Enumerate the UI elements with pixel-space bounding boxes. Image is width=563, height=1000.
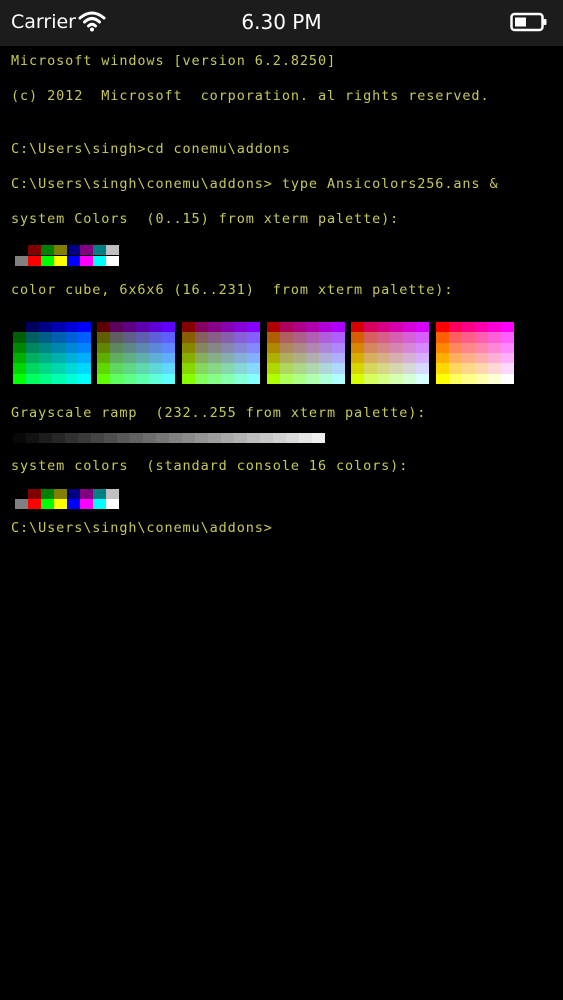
grayscale-ramp (13, 433, 325, 443)
console-colors-bright-row (15, 499, 119, 509)
console-line-cd-command: C:\Users\singh>cd conemu\addons (11, 141, 291, 157)
console-color-swatch (28, 489, 41, 499)
console-color-swatch (80, 499, 93, 509)
color-cube-panel (13, 322, 91, 384)
console-colors-dark-row (15, 489, 119, 499)
system-color-swatch (93, 256, 106, 266)
console-line-copyright: (c) 2012 Microsoft corporation. al right… (11, 88, 490, 104)
console-color-swatch (93, 499, 106, 509)
system-color-swatch (54, 245, 67, 255)
grayscale-step (104, 433, 117, 443)
color-cube-panel (97, 322, 175, 384)
system-color-swatch (67, 256, 80, 266)
grayscale-step (312, 433, 325, 443)
battery-icon (510, 12, 547, 32)
grayscale-step (208, 433, 221, 443)
grayscale-step (26, 433, 39, 443)
grayscale-step (39, 433, 52, 443)
system-color-swatch (41, 245, 54, 255)
console-color-swatch (15, 499, 28, 509)
system-color-swatch (93, 245, 106, 255)
clock: 6.30 PM (241, 10, 322, 34)
grayscale-step (130, 433, 143, 443)
status-bar: Carrier 6.30 PM (0, 0, 563, 46)
system-color-swatch (80, 245, 93, 255)
system-color-swatch (28, 256, 41, 266)
console-window[interactable]: Microsoft windows [version 6.2.8250] (c)… (0, 46, 563, 1000)
system-color-swatch (80, 256, 93, 266)
system-color-swatch (54, 256, 67, 266)
console-color-swatch (106, 489, 119, 499)
grayscale-step (286, 433, 299, 443)
console-line-version: Microsoft windows [version 6.2.8250] (11, 53, 336, 69)
console-color-swatch (67, 499, 80, 509)
console-line-grayscale-heading: Grayscale ramp (232..255 from xterm pale… (11, 405, 427, 421)
console-color-swatch (41, 499, 54, 509)
console-color-swatch (80, 489, 93, 499)
color-cube-panel (436, 322, 514, 384)
system-color-swatch (15, 245, 28, 255)
console-prompt[interactable]: C:\Users\singh\conemu\addons> (11, 520, 273, 536)
system-color-swatch (28, 245, 41, 255)
console-color-swatch (41, 489, 54, 499)
grayscale-step (273, 433, 286, 443)
color-cube-panel (351, 322, 429, 384)
grayscale-step (234, 433, 247, 443)
system-color-swatch (15, 256, 28, 266)
console-line-console-colors-heading: system colors (standard console 16 color… (11, 458, 409, 474)
console-line-system-colors-heading: system Colors (0..15) from xterm palette… (11, 211, 400, 227)
console-color-swatch (28, 499, 41, 509)
console-color-swatch (15, 489, 28, 499)
grayscale-step (247, 433, 260, 443)
color-cube-panel (267, 322, 345, 384)
console-line-type-command: C:\Users\singh\conemu\addons> type Ansic… (11, 176, 499, 192)
system-color-swatch (67, 245, 80, 255)
grayscale-step (299, 433, 312, 443)
grayscale-step (13, 433, 26, 443)
grayscale-step (91, 433, 104, 443)
grayscale-step (260, 433, 273, 443)
grayscale-step (143, 433, 156, 443)
system-color-swatch (106, 245, 119, 255)
grayscale-step (169, 433, 182, 443)
system-colors-dark-row (15, 245, 119, 255)
grayscale-step (65, 433, 78, 443)
console-color-swatch (54, 489, 67, 499)
grayscale-step (195, 433, 208, 443)
console-line-color-cube-heading: color cube, 6x6x6 (16..231) from xterm p… (11, 282, 454, 298)
system-color-swatch (41, 256, 54, 266)
console-color-swatch (67, 489, 80, 499)
grayscale-step (78, 433, 91, 443)
system-colors-bright-row (15, 256, 119, 266)
grayscale-step (182, 433, 195, 443)
grayscale-step (156, 433, 169, 443)
console-color-swatch (54, 499, 67, 509)
console-color-swatch (93, 489, 106, 499)
grayscale-step (117, 433, 130, 443)
system-color-swatch (106, 256, 119, 266)
color-cube-panel (182, 322, 260, 384)
grayscale-step (52, 433, 65, 443)
grayscale-step (221, 433, 234, 443)
console-color-swatch (106, 499, 119, 509)
